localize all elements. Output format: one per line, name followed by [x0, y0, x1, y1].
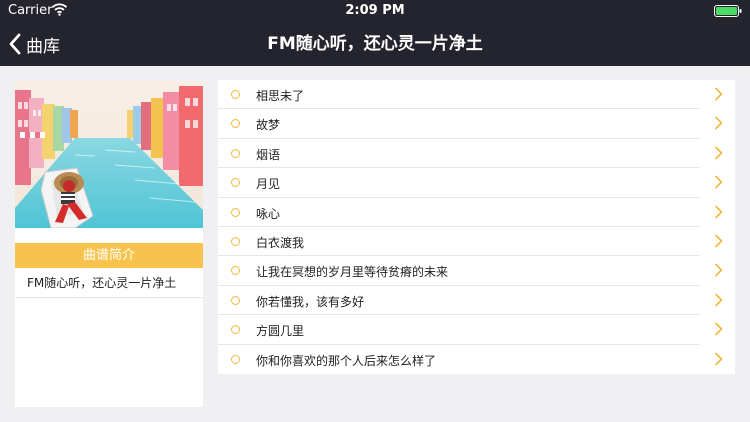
navigation-bar: 曲库 FM随心听，还心灵一片净土: [0, 22, 750, 66]
status-bar: Carrier 2:09 PM: [0, 0, 750, 22]
wifi-icon: [52, 3, 67, 16]
chevron-left-icon: [9, 33, 21, 55]
circle-icon: [231, 236, 240, 246]
back-button[interactable]: 曲库: [8, 22, 60, 66]
back-button-label: 曲库: [26, 36, 60, 57]
intro-text: FM随心听，还心灵一片净土: [27, 276, 177, 290]
song-title: 白衣渡我: [256, 235, 305, 250]
song-row[interactable]: 你和你喜欢的那个人后来怎么样了: [218, 345, 735, 374]
page-title: FM随心听，还心灵一片净土: [267, 34, 483, 54]
song-row[interactable]: 方圆几里: [218, 315, 735, 345]
album-info-panel: 曲谱简介 FM随心听，还心灵一片净土: [15, 80, 203, 407]
chevron-right-icon: [715, 352, 723, 365]
song-title: 烟语: [256, 147, 281, 162]
song-row[interactable]: 月见: [218, 168, 735, 198]
chevron-right-icon: [715, 322, 723, 336]
album-cover-image: [15, 80, 203, 228]
song-row[interactable]: 咏心: [218, 198, 735, 227]
battery-icon: [714, 5, 742, 17]
song-row[interactable]: 白衣渡我: [218, 227, 735, 257]
chevron-right-icon: [715, 234, 723, 248]
circle-icon: [231, 295, 240, 305]
circle-icon: [231, 207, 240, 217]
song-title: 方圆几里: [256, 324, 305, 339]
chevron-right-icon: [715, 264, 723, 277]
song-title: 故梦: [256, 118, 281, 133]
chevron-right-icon: [715, 175, 723, 189]
song-title: 你若懂我，该有多好: [256, 294, 365, 309]
circle-icon: [231, 325, 240, 335]
circle-icon: [231, 178, 240, 188]
song-title: 你和你喜欢的那个人后来怎么样了: [256, 353, 437, 368]
chevron-right-icon: [715, 146, 723, 160]
clock-label: 2:09 PM: [345, 3, 405, 18]
carrier-label: Carrier: [8, 3, 53, 18]
chevron-right-icon: [715, 293, 723, 307]
intro-divider: [15, 297, 203, 298]
circle-icon: [231, 90, 240, 99]
song-row[interactable]: 故梦: [218, 109, 735, 139]
intro-header: 曲谱简介: [15, 243, 203, 268]
song-list: 相思未了 故梦 烟语 月见 咏心 白衣渡我 让我在冥想的岁月里等待贫瘠的未来 你…: [218, 80, 735, 374]
circle-icon: [231, 354, 240, 364]
song-title: 让我在冥想的岁月里等待贫瘠的未来: [256, 265, 449, 280]
circle-icon: [231, 266, 240, 276]
song-title: 咏心: [256, 206, 281, 221]
chevron-right-icon: [715, 205, 723, 218]
song-row[interactable]: 相思未了: [218, 80, 735, 110]
circle-icon: [231, 119, 240, 129]
song-title: 相思未了: [256, 89, 305, 103]
song-row[interactable]: 烟语: [218, 139, 735, 169]
chevron-right-icon: [715, 117, 723, 130]
chevron-right-icon: [715, 87, 723, 101]
song-row[interactable]: 你若懂我，该有多好: [218, 286, 735, 316]
song-row[interactable]: 让我在冥想的岁月里等待贫瘠的未来: [218, 256, 735, 286]
song-title: 月见: [256, 177, 281, 192]
circle-icon: [231, 148, 240, 158]
